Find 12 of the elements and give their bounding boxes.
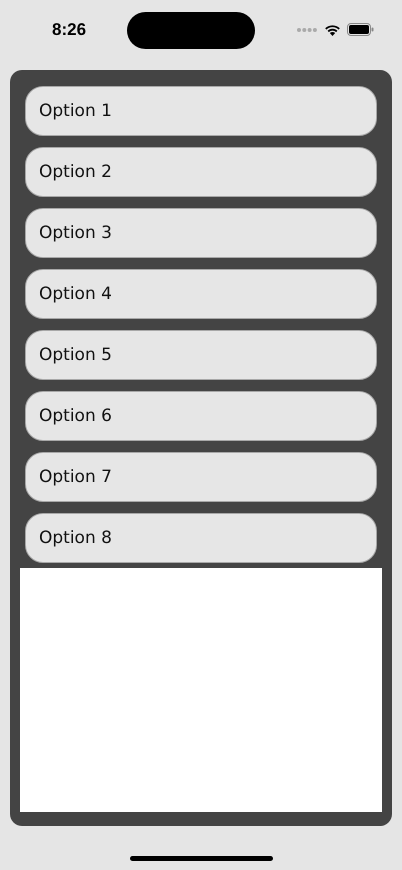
status-time: 8:26 <box>52 20 86 40</box>
option-button[interactable]: Option 8 <box>25 513 377 563</box>
option-button[interactable]: Option 1 <box>25 86 377 136</box>
option-button[interactable]: Option 7 <box>25 452 377 502</box>
option-button[interactable]: Option 4 <box>25 269 377 319</box>
signal-icon <box>296 26 318 32</box>
option-button[interactable]: Option 2 <box>25 147 377 197</box>
option-button[interactable]: Option 5 <box>25 330 377 380</box>
battery-icon <box>347 23 374 36</box>
option-button[interactable]: Option 3 <box>25 208 377 258</box>
wifi-icon <box>324 24 341 36</box>
option-button[interactable]: Option 6 <box>25 391 377 441</box>
